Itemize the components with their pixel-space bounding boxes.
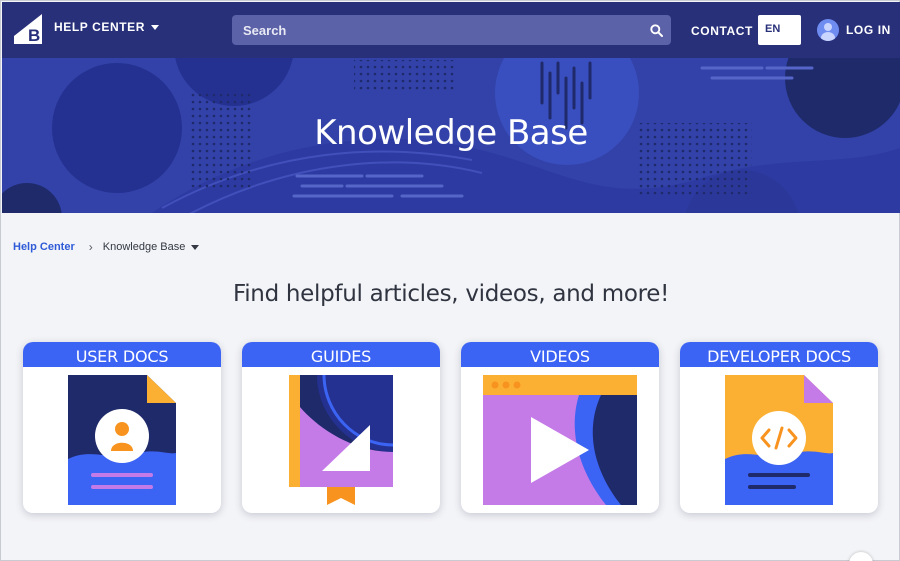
search-icon[interactable]: [641, 15, 671, 45]
top-navigation: B HELP CENTER CONTACT EN LOG IN: [2, 2, 900, 58]
guide-book-icon: [289, 374, 394, 505]
help-center-label: HELP CENTER: [54, 20, 146, 34]
card-title: USER DOCS: [23, 342, 221, 367]
help-center-menu[interactable]: HELP CENTER: [54, 20, 160, 34]
breadcrumb: Help Center › Knowledge Base: [13, 240, 200, 254]
card-title: VIDEOS: [461, 342, 659, 367]
breadcrumb-current-dropdown[interactable]: Knowledge Base: [103, 241, 200, 253]
video-player-icon: [483, 375, 637, 505]
contact-link[interactable]: CONTACT: [691, 24, 753, 38]
card-title: GUIDES: [242, 342, 440, 367]
language-selector[interactable]: EN: [758, 15, 801, 45]
scroll-to-top-button[interactable]: [849, 552, 873, 561]
search-input[interactable]: [232, 15, 641, 45]
section-heading: Find helpful articles, videos, and more!: [232, 281, 670, 307]
search-bar: [232, 15, 671, 45]
svg-text:B: B: [28, 26, 40, 44]
card-videos[interactable]: VIDEOS: [461, 342, 659, 513]
chevron-down-icon: [151, 24, 160, 30]
login-label: LOG IN: [846, 23, 891, 37]
card-developer-docs[interactable]: DEVELOPER DOCS: [680, 342, 878, 513]
user-document-icon: [68, 375, 176, 505]
card-user-docs[interactable]: USER DOCS: [23, 342, 221, 513]
breadcrumb-home-link[interactable]: Help Center: [13, 241, 75, 253]
avatar-icon: [817, 19, 839, 41]
card-title: DEVELOPER DOCS: [680, 342, 878, 367]
chevron-down-icon: [191, 244, 200, 250]
brand-logo-icon[interactable]: B: [14, 14, 42, 44]
breadcrumb-separator-icon: ›: [88, 240, 93, 254]
code-document-icon: [725, 375, 833, 505]
card-guides[interactable]: GUIDES: [242, 342, 440, 513]
hero-banner: Knowledge Base: [2, 58, 900, 213]
login-button[interactable]: LOG IN: [817, 19, 891, 41]
breadcrumb-current-label: Knowledge Base: [102, 241, 186, 253]
page-title: Knowledge Base: [314, 113, 588, 153]
